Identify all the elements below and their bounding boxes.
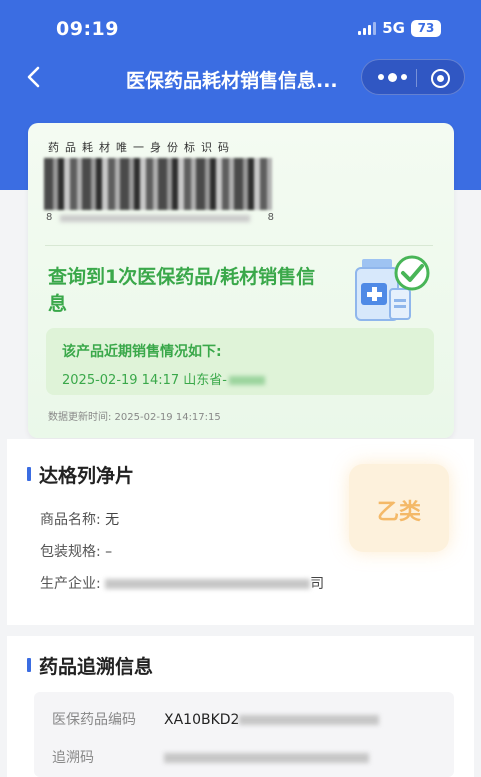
- back-button[interactable]: [22, 62, 46, 92]
- status-right: 5G 73: [358, 19, 441, 37]
- sales-box: 该产品近期销售情况如下: 2025-02-19 14:17 山东省-: [46, 328, 434, 395]
- trace-row-value: XA10BKD2: [164, 712, 240, 728]
- barcode-digits: 8 8: [46, 212, 274, 224]
- field-name: 商品名称: 无: [40, 509, 119, 529]
- result-text: 查询到1次医保药品/耗材销售信息: [48, 266, 316, 315]
- nav-title: 医保药品耗材销售信息...: [126, 70, 338, 92]
- product-title: 达格列净片: [39, 465, 135, 487]
- trace-row-label: 追溯码: [52, 750, 94, 766]
- field-maker-suffix: 司: [310, 576, 325, 592]
- status-time: 09:19: [56, 18, 119, 40]
- more-dots-icon[interactable]: [378, 73, 407, 82]
- field-spec-label: 包装规格:: [40, 544, 101, 560]
- capsule-divider: [416, 69, 417, 87]
- field-maker-label: 生产企业:: [40, 576, 101, 592]
- sales-record-text: 2025-02-19 14:17 山东省-: [62, 373, 227, 388]
- nav-bar: 医保药品耗材销售信息...: [0, 55, 481, 99]
- trace-row-blurred: [239, 715, 380, 725]
- field-maker: 生产企业: 司: [40, 573, 324, 593]
- card-divider: [45, 245, 433, 246]
- barcode-start-digit: 8: [46, 212, 53, 223]
- field-spec: 包装规格: –: [40, 541, 112, 561]
- trace-section: 药品追溯信息 医保药品编码 XA10BKD2 追溯码: [7, 636, 474, 777]
- mini-program-capsule: [361, 59, 465, 95]
- sales-city-blurred: [228, 376, 265, 385]
- trace-row-label: 医保药品编码: [52, 712, 136, 728]
- category-badge: 乙类: [349, 464, 449, 552]
- update-time: 数据更新时间: 2025-02-19 14:17:15: [48, 412, 221, 423]
- field-name-label: 商品名称:: [40, 512, 101, 528]
- barcode-blurred-digits: [60, 215, 250, 222]
- status-bar: 09:19 5G 73: [0, 0, 481, 50]
- barcode-image: [44, 158, 272, 210]
- signal-icon: [358, 21, 377, 35]
- code-label: 药品耗材唯一身份标识码: [48, 141, 235, 154]
- trace-title: 药品追溯信息: [39, 656, 154, 678]
- close-target-icon[interactable]: [431, 69, 450, 88]
- sales-title: 该产品近期销售情况如下:: [62, 344, 222, 360]
- network-type: 5G: [382, 19, 405, 37]
- section-marker: [27, 658, 31, 672]
- page: 09:19 5G 73 医保药品耗材销售信息... 药品耗材唯一身份标识码 8 …: [0, 0, 481, 777]
- trace-row-blurred: [164, 753, 369, 763]
- medicine-check-icon: [355, 255, 430, 321]
- barcode-end-digit: 8: [267, 212, 274, 223]
- sales-record: 2025-02-19 14:17 山东省-: [62, 369, 265, 388]
- category-badge-label: 乙类: [376, 500, 421, 525]
- field-name-value: 无: [105, 512, 120, 528]
- trace-row: 追溯码: [52, 747, 369, 767]
- trace-table: 医保药品编码 XA10BKD2 追溯码: [34, 692, 454, 777]
- battery-icon: 73: [411, 19, 441, 37]
- back-arrow-icon: [27, 66, 40, 88]
- trace-row: 医保药品编码 XA10BKD2: [52, 709, 380, 729]
- field-maker-blurred: [105, 579, 311, 589]
- section-marker: [27, 467, 31, 481]
- result-card: 药品耗材唯一身份标识码 8 8 查询到1次医保药品/耗材销售信息 该产品近期销售…: [28, 123, 454, 438]
- field-spec-value: –: [105, 544, 113, 560]
- product-section: 达格列净片 乙类 商品名称: 无 包装规格: – 生产企业: 司: [7, 439, 474, 625]
